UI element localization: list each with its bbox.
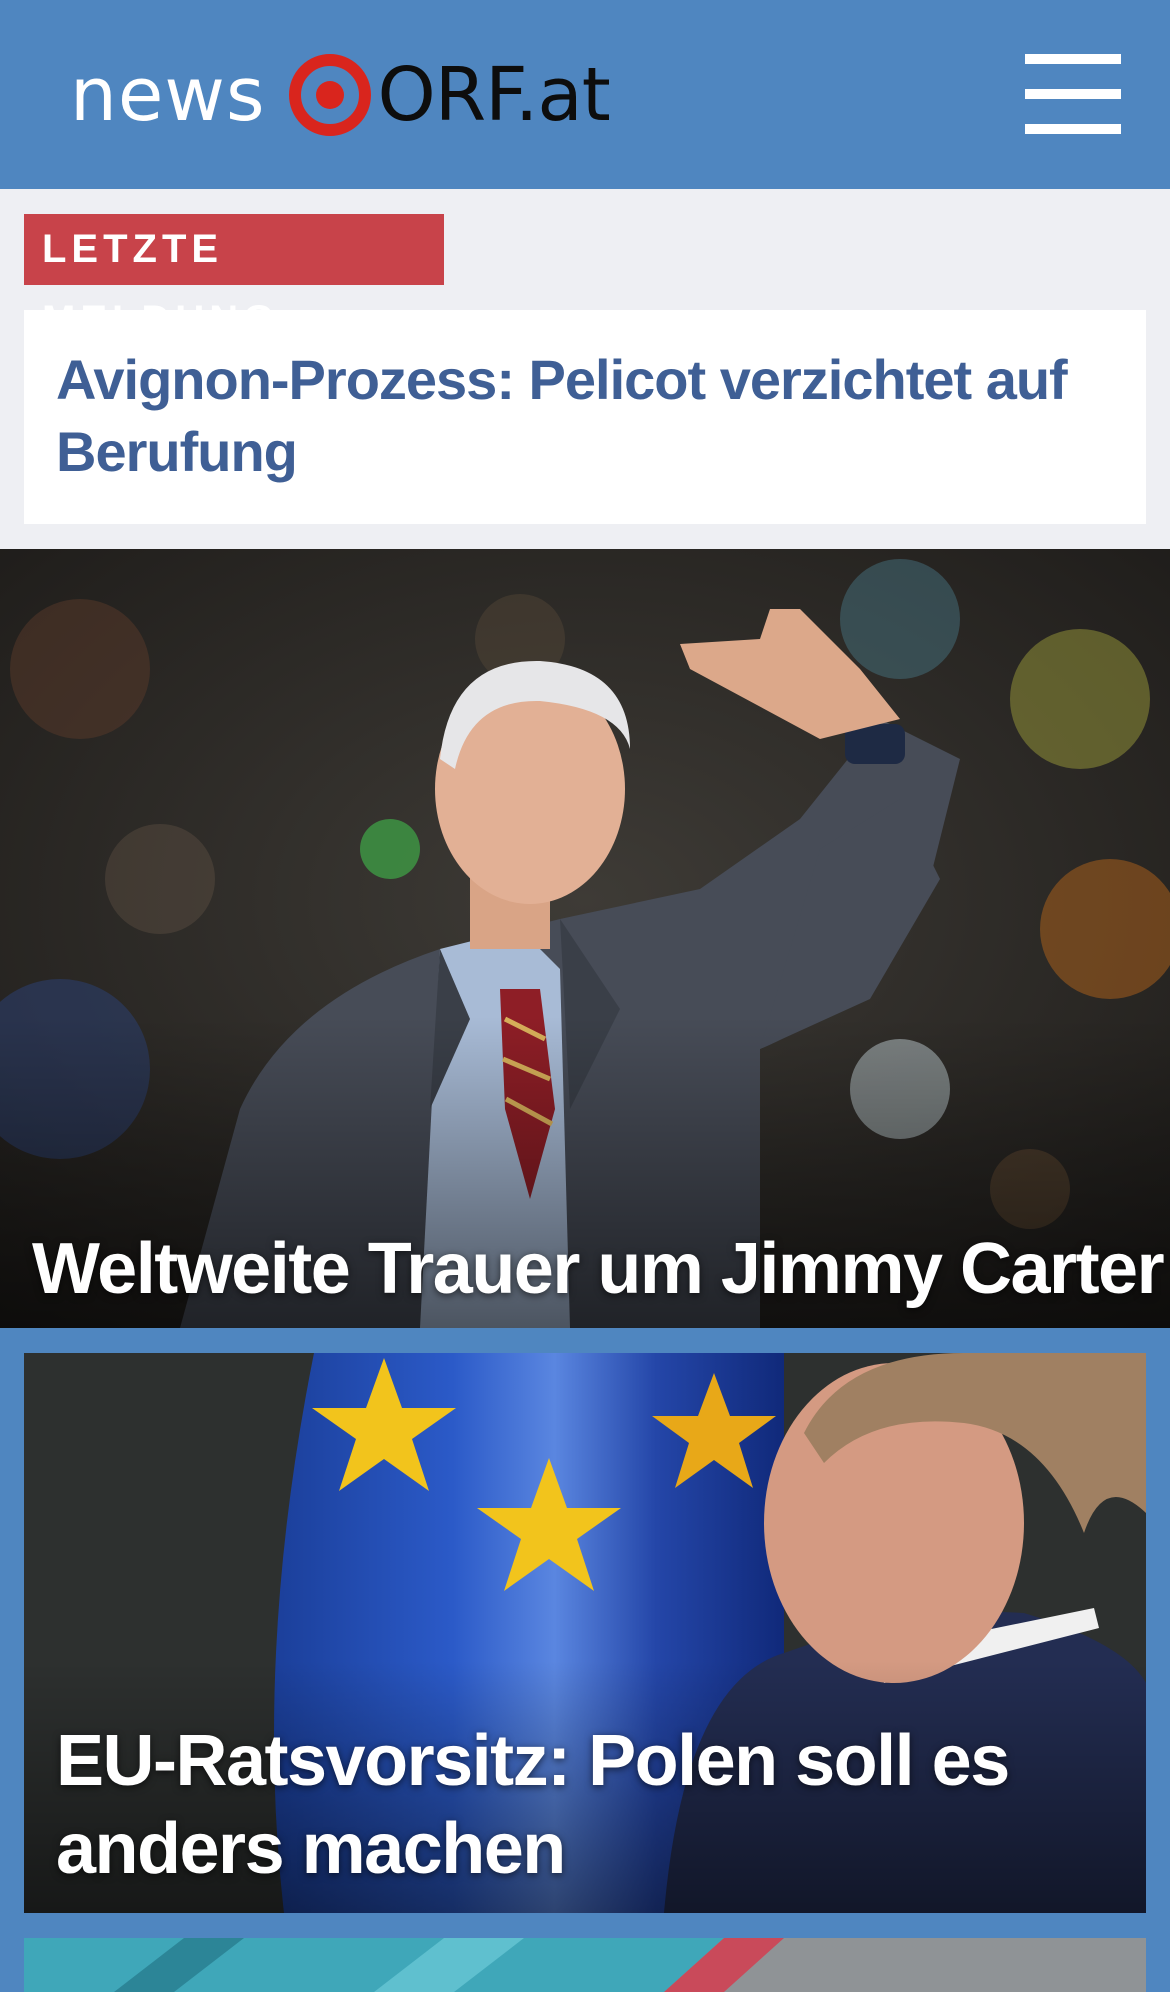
orf-eye-icon — [288, 54, 371, 136]
story-image-carter — [0, 549, 1170, 1328]
orf-news-logo[interactable]: news ORF.at — [70, 40, 611, 150]
story-headline-eu[interactable]: EU-Ratsvorsitz: Polen soll es anders mac… — [56, 1717, 1126, 1893]
hamburger-menu-icon[interactable] — [1025, 52, 1123, 136]
breaking-news-headline[interactable]: Avignon-Prozess: Pelicot verzichtet auf … — [56, 344, 1114, 488]
story-card-eu-presidency[interactable]: EU-Ratsvorsitz: Polen soll es anders mac… — [24, 1353, 1146, 1913]
story-card-carter[interactable]: Weltweite Trauer um Jimmy Carter — [0, 549, 1170, 1328]
logo-orf-text: ORF.at — [377, 52, 611, 138]
app-header: news ORF.at — [0, 0, 1170, 189]
story-image-next — [24, 1938, 1146, 1992]
story-headline-carter[interactable]: Weltweite Trauer um Jimmy Carter — [32, 1225, 1165, 1313]
story-card-next[interactable] — [24, 1938, 1146, 1992]
breaking-news-badge: LETZTE MELDUNG — [24, 214, 444, 342]
logo-news-text: news — [70, 52, 266, 138]
breaking-news-card[interactable]: Avignon-Prozess: Pelicot verzichtet auf … — [24, 310, 1146, 524]
